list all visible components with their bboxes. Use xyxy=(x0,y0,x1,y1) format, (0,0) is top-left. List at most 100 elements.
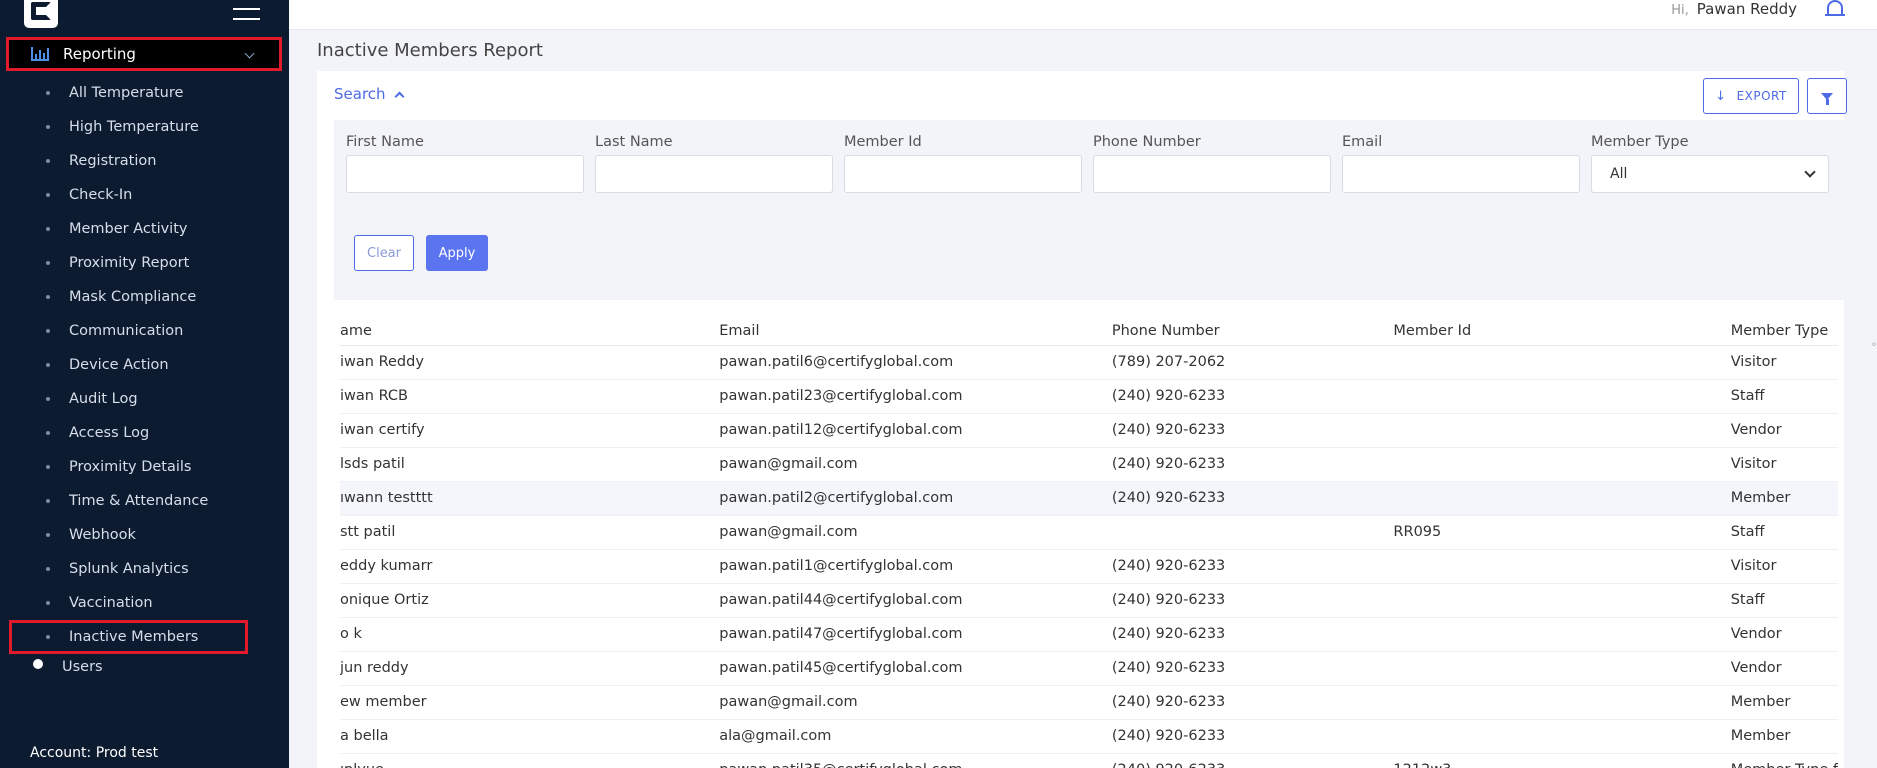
first-name-input[interactable] xyxy=(346,155,584,193)
table-row[interactable]: onique Ortiz pawan.patil44@certifyglobal.… xyxy=(340,583,1838,618)
cell-phone: (240) 920-6233 xyxy=(1111,549,1394,584)
cell-member-type: Member xyxy=(1730,685,1838,720)
cell-member-type: Visitor xyxy=(1730,345,1838,380)
table-row[interactable]: lsds patil pawan@gmail.com (240) 920-6233 V… xyxy=(340,447,1838,482)
sidebar-item-proximity-report[interactable]: Proximity Report xyxy=(0,246,289,280)
user-name: Pawan Reddy xyxy=(1696,0,1797,18)
apply-button[interactable]: Apply xyxy=(426,235,488,271)
cell-phone: (789) 207-2062 xyxy=(1111,345,1394,380)
user-greeting[interactable]: Hi, Pawan Reddy xyxy=(1671,0,1797,18)
sidebar-item-communication[interactable]: Communication xyxy=(0,314,289,348)
chevron-down-icon xyxy=(1804,166,1816,178)
sidebar-item-users[interactable]: Users xyxy=(0,653,289,675)
sidebar-item-label: Communication xyxy=(69,323,184,339)
sidebar-item-member-activity[interactable]: Member Activity xyxy=(0,212,289,246)
sidebar-item-label: High Temperature xyxy=(69,119,199,135)
table-row[interactable]: iwan RCB pawan.patil23@certifyglobal.com(… xyxy=(340,379,1838,414)
filter-button[interactable] xyxy=(1807,78,1847,114)
app-logo[interactable] xyxy=(24,0,58,28)
cell-member-id: RR095 xyxy=(1393,515,1731,550)
sidebar-item-audit-log[interactable]: Audit Log xyxy=(0,382,289,416)
cell-name: iwan Reddy xyxy=(340,345,720,380)
cell-phone: (240) 920-6233 xyxy=(1111,379,1394,414)
sidebar-item-device-action[interactable]: Device Action xyxy=(0,348,289,382)
cell-member-type: Vendor xyxy=(1730,651,1838,686)
cell-email: pawan.patil44@certifyglobal.com xyxy=(719,583,1112,618)
sidebar-item-vaccination[interactable]: Vaccination xyxy=(0,586,289,620)
sidebar-item-inactive-members[interactable]: Inactive Members xyxy=(9,620,248,654)
sidebar-item-label: Proximity Details xyxy=(69,459,192,475)
sidebar-item-registration[interactable]: Registration xyxy=(0,144,289,178)
phone-number-input[interactable] xyxy=(1093,155,1331,193)
cell-member-id: 1212w3 xyxy=(1393,753,1731,768)
sidebar-item-label: Audit Log xyxy=(69,391,138,407)
member-id-input[interactable] xyxy=(844,155,1082,193)
cell-phone: (240) 920-6233 xyxy=(1111,617,1394,652)
sidebar-item-webhook[interactable]: Webhook xyxy=(0,518,289,552)
cell-member-id xyxy=(1393,549,1731,584)
cell-member-id xyxy=(1393,617,1731,652)
sidebar-item-high-temperature[interactable]: High Temperature xyxy=(0,110,289,144)
cell-member-id xyxy=(1393,481,1731,516)
bell-icon[interactable] xyxy=(1825,0,1845,16)
sidebar-item-label: Check-In xyxy=(69,187,133,203)
cell-name: stt patil xyxy=(340,515,720,550)
top-header: Hi, Pawan Reddy xyxy=(289,0,1877,30)
sidebar-item-check-in[interactable]: Check-In xyxy=(0,178,289,212)
member-type-select[interactable]: All xyxy=(1591,155,1829,193)
bullet-icon xyxy=(46,159,50,163)
sidebar-item-mask-compliance[interactable]: Mask Compliance xyxy=(0,280,289,314)
bullet-icon xyxy=(46,227,50,231)
table-row[interactable]: stt patil pawan@gmail.com RR095 Staff xyxy=(340,515,1838,550)
table-row[interactable]: iwan Reddy pawan.patil6@certifyglobal.com… xyxy=(340,345,1838,380)
cell-email: pawan.patil12@certifyglobal.com xyxy=(719,413,1112,448)
column-header-phone[interactable]: Phone Number xyxy=(1111,317,1394,346)
table-row[interactable]: ıplyuepawan.patil35@certifyglobal.com(24… xyxy=(340,753,1838,768)
cell-name: lsds patil xyxy=(340,447,720,482)
table-row[interactable]: eddy kumarr pawan.patil1@certifyglobal.co… xyxy=(340,549,1838,584)
phone-number-label: Phone Number xyxy=(1093,134,1201,150)
email-input[interactable] xyxy=(1342,155,1580,193)
column-header-name[interactable]: ame xyxy=(340,317,720,346)
export-button[interactable]: ↓ EXPORT xyxy=(1703,78,1799,114)
sidebar-item-reporting[interactable]: Reporting xyxy=(6,37,282,71)
sidebar-item-label: Inactive Members xyxy=(69,629,199,645)
member-id-field: Member Id xyxy=(844,134,1082,193)
download-arrow-icon: ↓ xyxy=(1715,88,1727,104)
table-row[interactable]: jun reddy pawan.patil45@certifyglobal.com… xyxy=(340,651,1838,686)
bullet-icon xyxy=(46,125,50,129)
table-row[interactable]: iwan certify pawan.patil12@certifyglobal.… xyxy=(340,413,1838,448)
column-header-email[interactable]: Email xyxy=(719,317,1112,346)
sidebar-item-label: Reporting xyxy=(63,45,136,63)
search-toggle[interactable]: Search xyxy=(334,85,404,103)
sidebar-item-splunk-analytics[interactable]: Splunk Analytics xyxy=(0,552,289,586)
bullet-icon xyxy=(46,465,50,469)
cell-member-type: Member xyxy=(1730,719,1838,754)
cell-member-id xyxy=(1393,379,1731,414)
table-row[interactable]: ıwann testttt pawan.patil2@certifyglobal.… xyxy=(340,481,1838,516)
cell-member-type: Visitor xyxy=(1730,447,1838,482)
table-row[interactable]: o k pawan.patil47@certifyglobal.com (240) … xyxy=(340,617,1838,652)
cell-name: ıwann testttt xyxy=(340,481,720,516)
cell-email: pawan.patil47@certifyglobal.com xyxy=(719,617,1112,652)
sidebar-item-proximity-details[interactable]: Proximity Details xyxy=(0,450,289,484)
bullet-icon xyxy=(46,329,50,333)
member-id-label: Member Id xyxy=(844,134,922,150)
hamburger-menu-icon[interactable] xyxy=(233,0,260,20)
sidebar-item-label: Registration xyxy=(69,153,157,169)
cell-phone: (240) 920-6233 xyxy=(1111,413,1394,448)
sidebar-item-time-attendance[interactable]: Time & Attendance xyxy=(0,484,289,518)
bullet-icon xyxy=(46,91,50,95)
cell-member-type: Staff xyxy=(1730,379,1838,414)
last-name-input[interactable] xyxy=(595,155,833,193)
column-header-member-id[interactable]: Member Id xyxy=(1393,317,1731,346)
table-row[interactable]: ew member pawan@gmail.com (240) 920-6233 Me… xyxy=(340,685,1838,720)
table-row[interactable]: a bella ala@gmail.com (240) 920-6233 Member xyxy=(340,719,1838,754)
scrollbar-handle-icon[interactable]: ◦ xyxy=(1871,340,1877,351)
sidebar-item-all-temperature[interactable]: All Temperature xyxy=(0,76,289,110)
clear-button[interactable]: Clear xyxy=(354,235,414,271)
sidebar-item-label: Users xyxy=(62,659,103,675)
column-header-member-type[interactable]: Member Type xyxy=(1730,317,1838,346)
sidebar-item-access-log[interactable]: Access Log xyxy=(0,416,289,450)
bullet-icon xyxy=(46,567,50,571)
